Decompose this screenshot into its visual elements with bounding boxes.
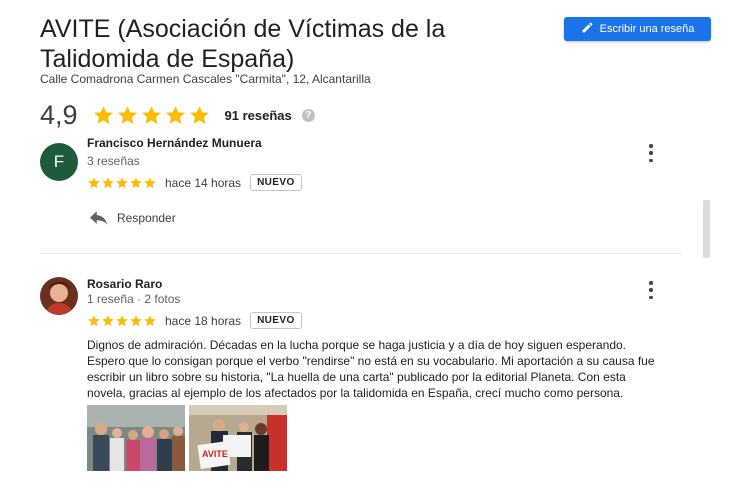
- reviews-list[interactable]: F Francisco Hernández Munuera 3 reseñas …: [0, 138, 750, 490]
- rating-stars: [92, 104, 211, 127]
- photo-banner-text: AVITE: [202, 449, 228, 459]
- review-divider: [40, 253, 682, 254]
- review-author[interactable]: Francisco Hernández Munuera: [87, 138, 262, 150]
- place-address: Calle Comadrona Carmen Cascales "Carmita…: [40, 72, 371, 86]
- help-icon[interactable]: ?: [301, 108, 315, 122]
- review-author-meta: 3 reseñas: [87, 154, 140, 168]
- star-icon: [140, 104, 163, 127]
- star-icon: [116, 104, 139, 127]
- average-rating: 4,9: [40, 99, 78, 130]
- star-icon: [115, 314, 129, 328]
- star-icon: [101, 314, 115, 328]
- more-options-icon[interactable]: [646, 144, 656, 162]
- review-author-meta: 1 reseña · 2 fotos: [87, 292, 181, 306]
- star-icon: [87, 314, 101, 328]
- star-icon: [188, 104, 211, 127]
- star-icon: [129, 314, 143, 328]
- review-stars: [87, 176, 157, 190]
- review-stars: [87, 314, 157, 328]
- avatar[interactable]: [40, 277, 78, 315]
- review-rating-line: hace 18 horas NUEVO: [87, 312, 302, 329]
- star-icon: [164, 104, 187, 127]
- review-photo[interactable]: AVITE: [189, 405, 287, 471]
- review-text: Dignos de admiración. Décadas en la luch…: [87, 338, 655, 400]
- review-time: hace 14 horas: [165, 175, 242, 190]
- review-count-link[interactable]: 91 reseñas: [225, 108, 292, 123]
- new-badge: NUEVO: [250, 174, 302, 191]
- place-title: AVITE (Asociación de Víctimas de la Tali…: [40, 15, 446, 73]
- scrollbar-thumb[interactable]: [703, 200, 710, 258]
- star-icon: [92, 104, 115, 127]
- avatar[interactable]: F: [40, 143, 78, 181]
- more-options-icon[interactable]: [646, 281, 656, 299]
- pencil-icon: [581, 21, 594, 37]
- write-review-button[interactable]: Escribir una reseña: [564, 17, 711, 41]
- write-review-label: Escribir una reseña: [599, 23, 695, 35]
- star-icon: [143, 314, 157, 328]
- reply-label: Responder: [117, 211, 176, 225]
- reply-button[interactable]: Responder: [90, 211, 176, 225]
- reply-icon: [90, 211, 108, 225]
- review-author[interactable]: Rosario Raro: [87, 277, 162, 291]
- star-icon: [115, 176, 129, 190]
- rating-summary: 4,9 91 reseñas ?: [40, 99, 315, 131]
- star-icon: [101, 176, 115, 190]
- star-icon: [87, 176, 101, 190]
- review-photo[interactable]: [87, 405, 185, 471]
- star-icon: [143, 176, 157, 190]
- star-icon: [129, 176, 143, 190]
- review-rating-line: hace 14 horas NUEVO: [87, 174, 302, 191]
- review-time: hace 18 horas: [165, 313, 242, 328]
- new-badge: NUEVO: [250, 312, 302, 329]
